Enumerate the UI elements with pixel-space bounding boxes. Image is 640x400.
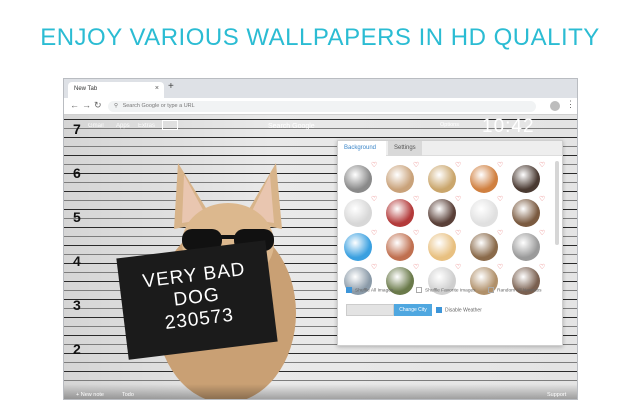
favorite-heart-icon[interactable]: ♡ bbox=[371, 161, 377, 169]
wallpaper-thumb-10[interactable] bbox=[512, 199, 540, 227]
new-tab-button[interactable]: + bbox=[168, 81, 174, 92]
favorite-heart-icon[interactable]: ♡ bbox=[539, 195, 545, 203]
height-scale-number: 7 bbox=[73, 121, 81, 137]
favorite-heart-icon[interactable]: ♡ bbox=[413, 263, 419, 271]
favorite-heart-icon[interactable]: ♡ bbox=[413, 195, 419, 203]
height-scale-number: 5 bbox=[73, 209, 81, 225]
favorite-heart-icon[interactable]: ♡ bbox=[497, 263, 503, 271]
mugshot-plaque: VERY BAD DOG 230573 bbox=[116, 240, 278, 360]
tab-settings[interactable]: Settings bbox=[388, 141, 422, 156]
search-icon: ⚲ bbox=[114, 103, 119, 109]
favorite-heart-icon[interactable]: ♡ bbox=[455, 195, 461, 203]
wallpaper-thumb-14[interactable] bbox=[470, 233, 498, 261]
favorite-heart-icon[interactable]: ♡ bbox=[455, 229, 461, 237]
checkbox-random-newtabs[interactable] bbox=[488, 287, 494, 293]
headline: ENJOY VARIOUS WALLPAPERS IN HD QUALITY bbox=[40, 24, 600, 51]
omnibox-placeholder: Search Google or type a URL bbox=[122, 103, 195, 109]
new-note-link[interactable]: + New note bbox=[76, 392, 104, 398]
reload-icon[interactable]: ↻ bbox=[94, 100, 102, 111]
favorite-heart-icon[interactable]: ♡ bbox=[371, 229, 377, 237]
change-city-button[interactable]: Change City bbox=[394, 304, 432, 316]
wallpaper-thumb-8[interactable] bbox=[428, 199, 456, 227]
height-scale-number: 3 bbox=[73, 297, 81, 313]
wallpaper-thumb-1[interactable] bbox=[344, 165, 372, 193]
topbar-link-1[interactable]: Gmail bbox=[88, 123, 104, 129]
favorite-heart-icon[interactable]: ♡ bbox=[539, 263, 545, 271]
menu-icon[interactable]: ⋮ bbox=[566, 99, 575, 110]
height-scale-number: 2 bbox=[73, 341, 81, 357]
city-input[interactable] bbox=[346, 304, 394, 316]
topbar-link-3[interactable]: Extras bbox=[138, 123, 155, 129]
favorite-heart-icon[interactable]: ♡ bbox=[455, 161, 461, 169]
tab-title: New Tab bbox=[74, 86, 98, 92]
topbar-link-2[interactable]: Apps bbox=[116, 123, 130, 129]
wallpaper-thumb-7[interactable] bbox=[386, 199, 414, 227]
wallpaper-thumb-4[interactable] bbox=[470, 165, 498, 193]
favorite-heart-icon[interactable]: ♡ bbox=[539, 229, 545, 237]
back-icon[interactable]: ← bbox=[70, 100, 79, 110]
browser-window: New Tab × + ← → ↻ ⚲ Search Google or typ… bbox=[63, 78, 578, 400]
search-google-label[interactable]: Search Google bbox=[268, 123, 315, 130]
forward-icon[interactable]: → bbox=[82, 100, 91, 110]
favorite-heart-icon[interactable]: ♡ bbox=[413, 229, 419, 237]
checkbox-shuffle-favorite[interactable] bbox=[416, 287, 422, 293]
favorite-heart-icon[interactable]: ♡ bbox=[371, 263, 377, 271]
option-random-newtabs-label: Random All Newtabs bbox=[497, 288, 542, 294]
wallpaper-thumb-9[interactable] bbox=[470, 199, 498, 227]
tab-background[interactable]: Background bbox=[338, 141, 386, 156]
height-scale-number: 4 bbox=[73, 253, 81, 269]
wallpaper-thumb-13[interactable] bbox=[428, 233, 456, 261]
settings-panel: Background Settings ♡ ♡ ♡ ♡ ♡ ♡ ♡ ♡ ♡ ♡ ♡ ♡ ♡ ♡ ♡ ♡ ♡ ♡ ♡ ♡… bbox=[337, 140, 563, 346]
tab-strip: New Tab × + bbox=[64, 79, 577, 98]
height-scale-number: 6 bbox=[73, 165, 81, 181]
favorite-heart-icon[interactable]: ♡ bbox=[497, 229, 503, 237]
support-link[interactable]: Support bbox=[547, 392, 566, 398]
panel-tabs: Background Settings bbox=[338, 141, 562, 156]
wallpaper-thumb-11[interactable] bbox=[344, 233, 372, 261]
panel-scrollbar[interactable] bbox=[555, 161, 559, 245]
option-shuffle-all-label: Shuffle All Images bbox=[355, 288, 394, 294]
option-random-newtabs[interactable]: Random All Newtabs bbox=[488, 287, 542, 293]
favorite-heart-icon[interactable]: ♡ bbox=[539, 161, 545, 169]
favorite-heart-icon[interactable]: ♡ bbox=[497, 195, 503, 203]
favorite-heart-icon[interactable]: ♡ bbox=[497, 161, 503, 169]
option-shuffle-favorite[interactable]: Shuffle Favorite Images bbox=[416, 287, 476, 293]
option-shuffle-all[interactable]: Shuffle All Images bbox=[346, 287, 393, 293]
profile-avatar[interactable] bbox=[550, 101, 560, 111]
apps-box-icon[interactable] bbox=[162, 120, 178, 130]
toolbar: ← → ↻ ⚲ Search Google or type a URL ⋮ bbox=[64, 98, 577, 115]
todo-link[interactable]: Todo bbox=[122, 392, 134, 398]
wallpaper-thumb-2[interactable] bbox=[386, 165, 414, 193]
favorite-heart-icon[interactable]: ♡ bbox=[413, 161, 419, 169]
new-tab-page: 7 6 5 4 3 2 Gmail Apps Extras Search Google O… bbox=[64, 115, 577, 399]
checkbox-disable-weather[interactable] bbox=[436, 307, 442, 313]
omnibox[interactable]: ⚲ Search Google or type a URL bbox=[108, 101, 536, 112]
tab-new-tab[interactable]: New Tab × bbox=[68, 82, 164, 98]
bottom-bar: + New note Todo Support bbox=[64, 384, 577, 399]
wallpaper-thumb-6[interactable] bbox=[344, 199, 372, 227]
clock: 10:42 bbox=[482, 116, 535, 137]
wallpaper-thumb-5[interactable] bbox=[512, 165, 540, 193]
close-icon[interactable]: × bbox=[155, 85, 159, 92]
wallpaper-thumb-12[interactable] bbox=[386, 233, 414, 261]
options-link[interactable]: Options bbox=[440, 122, 459, 128]
favorite-heart-icon[interactable]: ♡ bbox=[371, 195, 377, 203]
option-shuffle-favorite-label: Shuffle Favorite Images bbox=[425, 288, 476, 294]
option-disable-weather[interactable]: Disable Weather bbox=[436, 307, 482, 313]
wallpaper-thumb-3[interactable] bbox=[428, 165, 456, 193]
checkbox-shuffle-all[interactable] bbox=[346, 287, 352, 293]
favorite-heart-icon[interactable]: ♡ bbox=[455, 263, 461, 271]
option-disable-weather-label: Disable Weather bbox=[445, 307, 482, 314]
wallpaper-thumb-15[interactable] bbox=[512, 233, 540, 261]
